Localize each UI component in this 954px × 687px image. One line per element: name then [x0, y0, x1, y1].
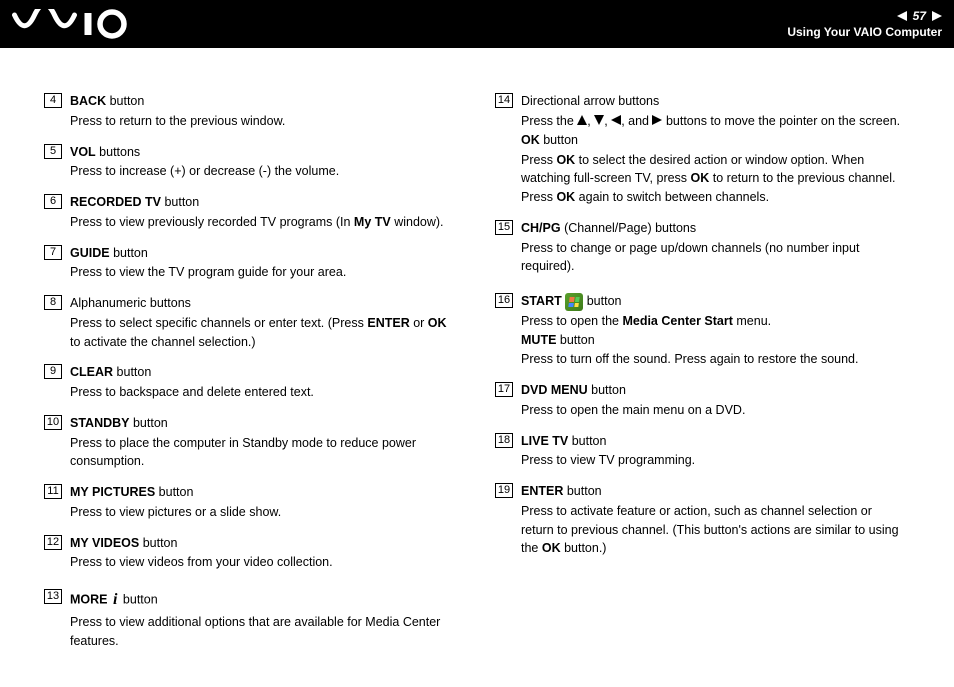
item-title-rest: button	[123, 592, 158, 606]
item-17: 17 DVD MENU button Press to open the mai…	[495, 381, 906, 420]
item-desc: Press to view previously recorded TV pro…	[70, 213, 444, 232]
item-desc: Press to change or page up/down channels…	[521, 239, 906, 277]
item-number: 7	[44, 245, 62, 260]
item-desc: Press to open the Media Center Start men…	[521, 312, 858, 331]
item-14: 14 Directional arrow buttons Press the ,…	[495, 92, 906, 207]
arrow-left-icon	[611, 112, 621, 131]
item-desc: Press to view pictures or a slide show.	[70, 503, 281, 522]
vaio-logo-svg	[12, 9, 132, 39]
item-title-rest: button	[155, 485, 193, 499]
page-nav: 57 Using Your VAIO Computer	[787, 9, 942, 39]
item-desc: Press to select specific channels or ent…	[70, 314, 455, 352]
item-title: Alphanumeric buttons	[70, 294, 455, 313]
item-desc: Press to activate feature or action, suc…	[521, 502, 906, 558]
item-12: 12 MY VIDEOS button Press to view videos…	[44, 534, 455, 573]
right-column: 14 Directional arrow buttons Press the ,…	[495, 92, 906, 663]
item-title-bold: MY PICTURES	[70, 485, 155, 499]
arrow-down-icon	[594, 112, 604, 131]
item-desc: Press to view the TV program guide for y…	[70, 263, 346, 282]
item-number: 11	[44, 484, 62, 499]
item-13: 13 MORE i button Press to view additiona…	[44, 588, 455, 651]
item-desc: Press to increase (+) or decrease (-) th…	[70, 162, 339, 181]
item-title-rest: button	[568, 434, 606, 448]
start-icon	[565, 293, 583, 311]
arrow-up-icon	[577, 112, 587, 131]
item-16: 16 START button Press to open the Media …	[495, 292, 906, 369]
item-10: 10 STANDBY button Press to place the com…	[44, 414, 455, 471]
more-icon: i	[111, 588, 119, 612]
item-number: 5	[44, 144, 62, 159]
item-desc: Press to return to the previous window.	[70, 112, 285, 131]
item-number: 18	[495, 433, 513, 448]
item-title-rest: button	[130, 416, 168, 430]
item-title-rest: button	[106, 94, 144, 108]
item-title-bold: BACK	[70, 94, 106, 108]
item-title-bold: MORE	[70, 592, 108, 606]
item-title-bold: CLEAR	[70, 365, 113, 379]
item-title-bold: VOL	[70, 145, 96, 159]
item-desc: Press to open the main menu on a DVD.	[521, 401, 745, 420]
item-subdesc: Press to turn off the sound. Press again…	[521, 350, 858, 369]
content: 4 BACK button Press to return to the pre…	[0, 48, 954, 687]
item-title-rest: button	[110, 246, 148, 260]
item-number: 9	[44, 364, 62, 379]
prev-page-icon[interactable]	[897, 11, 907, 21]
item-title-rest: button	[588, 383, 626, 397]
item-title-rest: (Channel/Page) buttons	[561, 221, 697, 235]
item-title-bold: RECORDED TV	[70, 195, 161, 209]
item-number: 19	[495, 483, 513, 498]
item-7: 7 GUIDE button Press to view the TV prog…	[44, 244, 455, 283]
item-8: 8 Alphanumeric buttons Press to select s…	[44, 294, 455, 351]
item-19: 19 ENTER button Press to activate featur…	[495, 482, 906, 558]
item-11: 11 MY PICTURES button Press to view pict…	[44, 483, 455, 522]
item-title-bold: GUIDE	[70, 246, 110, 260]
item-desc: Press to backspace and delete entered te…	[70, 383, 314, 402]
item-9: 9 CLEAR button Press to backspace and de…	[44, 363, 455, 402]
section-title: Using Your VAIO Computer	[787, 25, 942, 39]
item-number: 16	[495, 293, 513, 308]
item-desc: Press to place the computer in Standby m…	[70, 434, 455, 472]
item-15: 15 CH/PG (Channel/Page) buttons Press to…	[495, 219, 906, 276]
item-number: 10	[44, 415, 62, 430]
item-subdesc: Press OK to select the desired action or…	[521, 151, 906, 207]
item-title-bold: START	[521, 294, 562, 308]
item-desc: Press the , , , and buttons to move the …	[521, 112, 906, 131]
item-desc: Press to view additional options that ar…	[70, 613, 455, 651]
left-column: 4 BACK button Press to return to the pre…	[44, 92, 455, 663]
page-number: 57	[913, 9, 926, 23]
item-title-rest: buttons	[96, 145, 140, 159]
item-desc: Press to view TV programming.	[521, 451, 695, 470]
page-header: 57 Using Your VAIO Computer	[0, 0, 954, 48]
item-title-bold: DVD MENU	[521, 383, 588, 397]
item-number: 17	[495, 382, 513, 397]
item-6: 6 RECORDED TV button Press to view previ…	[44, 193, 455, 232]
arrow-right-icon	[652, 112, 662, 131]
item-title-bold: CH/PG	[521, 221, 561, 235]
item-title-bold: STANDBY	[70, 416, 130, 430]
item-5: 5 VOL buttons Press to increase (+) or d…	[44, 143, 455, 182]
item-number: 6	[44, 194, 62, 209]
item-number: 4	[44, 93, 62, 108]
item-title-rest: button	[139, 536, 177, 550]
item-number: 15	[495, 220, 513, 235]
item-number: 12	[44, 535, 62, 550]
vaio-logo	[12, 9, 132, 39]
item-4: 4 BACK button Press to return to the pre…	[44, 92, 455, 131]
item-title-bold: ENTER	[521, 484, 563, 498]
item-number: 13	[44, 589, 62, 604]
item-title-rest: button	[563, 484, 601, 498]
item-desc: Press to view videos from your video col…	[70, 553, 333, 572]
item-number: 8	[44, 295, 62, 310]
item-number: 14	[495, 93, 513, 108]
item-subtitle: MUTE button	[521, 331, 858, 350]
item-title-bold: LIVE TV	[521, 434, 568, 448]
item-title-bold: MY VIDEOS	[70, 536, 139, 550]
item-title-rest: button	[161, 195, 199, 209]
item-18: 18 LIVE TV button Press to view TV progr…	[495, 432, 906, 471]
item-subtitle: OK button	[521, 131, 906, 150]
item-title-rest: button	[113, 365, 151, 379]
item-title-rest: button	[587, 294, 622, 308]
next-page-icon[interactable]	[932, 11, 942, 21]
item-title: Directional arrow buttons	[521, 92, 906, 111]
